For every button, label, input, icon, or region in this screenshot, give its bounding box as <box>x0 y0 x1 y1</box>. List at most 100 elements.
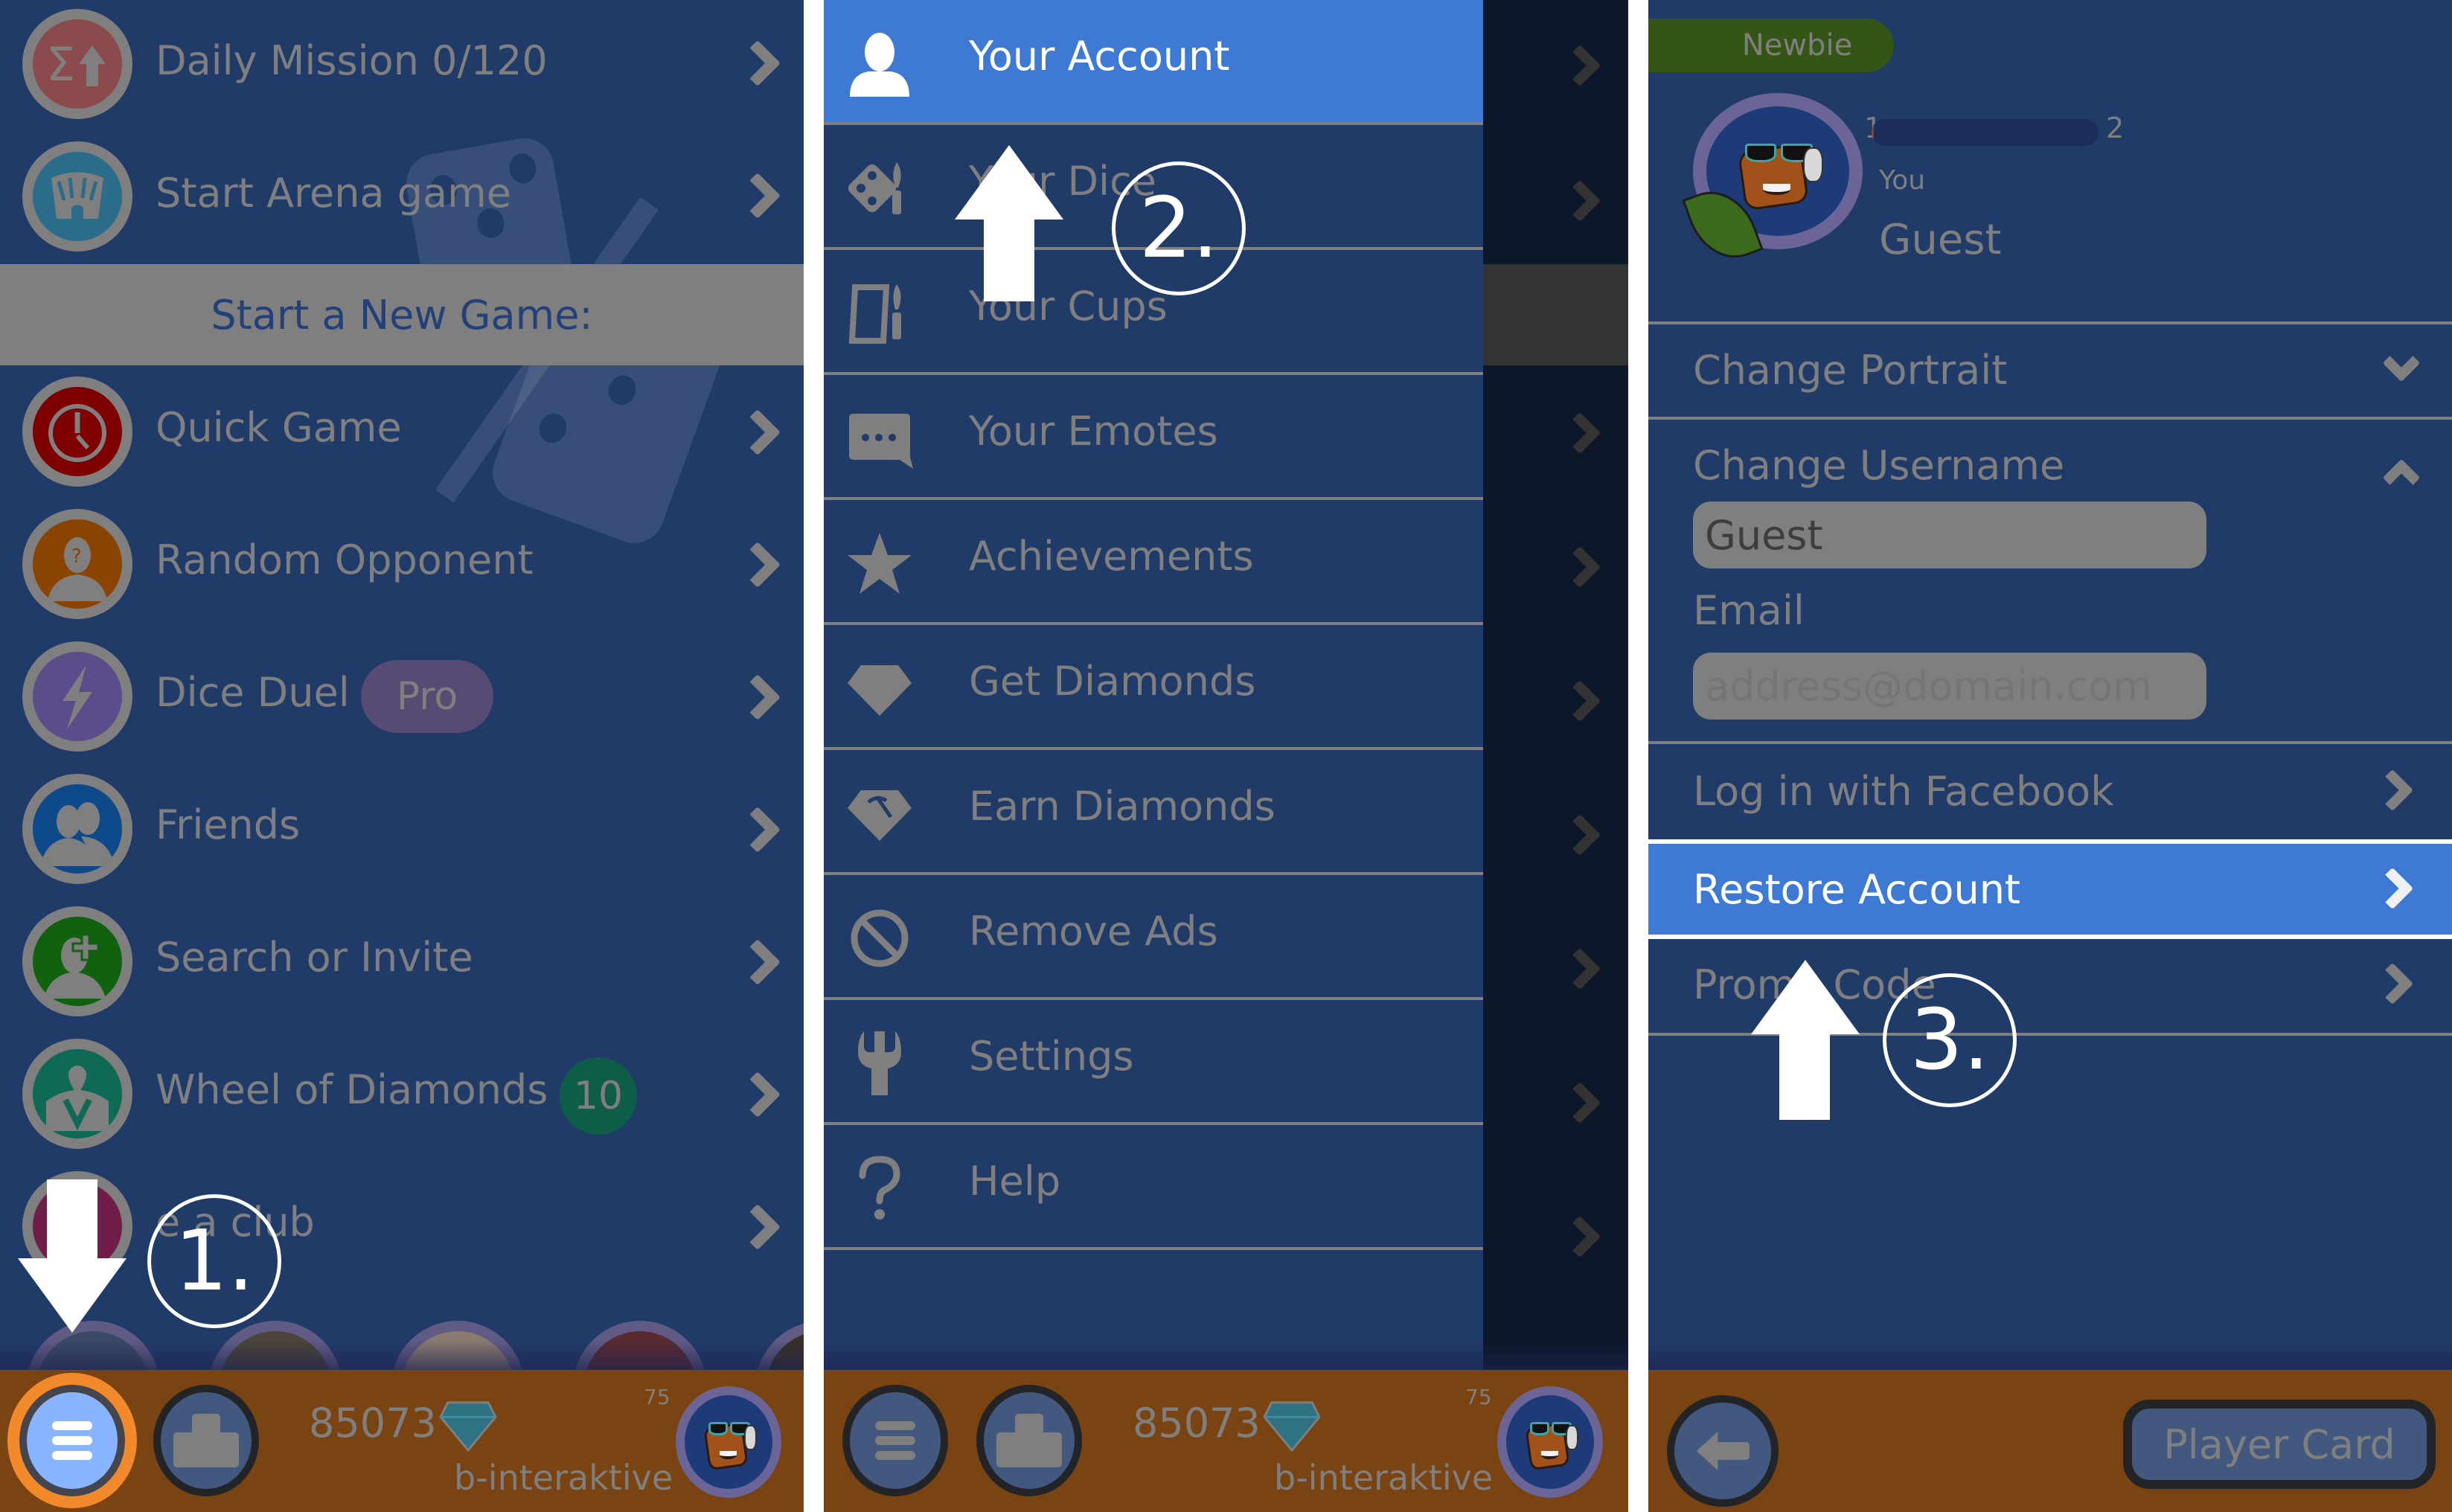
menu-button[interactable] <box>19 1385 125 1496</box>
main-menu-screen: Σ Daily Mission 0/120 Start Arena game S… <box>0 0 804 1512</box>
chevron-right-icon <box>1558 44 1601 87</box>
menu-row-search-invite[interactable]: Search or Invite <box>0 895 804 1028</box>
username-field[interactable] <box>1693 502 2206 568</box>
menu-item-settings[interactable]: Settings <box>824 1000 1483 1125</box>
menu-row-quick-game[interactable]: Quick Game <box>0 365 804 498</box>
chevron-right-icon <box>1558 679 1601 723</box>
menu-row-random-opponent[interactable]: ? Random Opponent <box>0 498 804 630</box>
chat-bubble-icon <box>846 405 913 472</box>
menu-item-remove-ads[interactable]: Remove Ads <box>824 875 1483 1000</box>
chevron-right-icon <box>734 938 781 986</box>
annotation-arrow-head <box>18 1258 127 1333</box>
menu-label: Your Account <box>969 33 1230 80</box>
you-label: You <box>1879 165 1926 196</box>
bottom-bar: 85073 75 b-interaktive <box>824 1340 1628 1512</box>
row-label: Friends <box>156 801 301 848</box>
wheel-icon <box>22 1039 132 1149</box>
chevron-right-icon <box>734 806 781 853</box>
row-label: Wheel of Diamonds <box>156 1066 548 1113</box>
menu-item-your-account[interactable]: Your Account <box>824 0 1483 125</box>
chevron-up-icon[interactable] <box>2382 458 2421 497</box>
diamond-icon <box>1263 1401 1321 1452</box>
diamond-count: 85073 <box>1133 1400 1261 1447</box>
player-level: 75 <box>644 1385 670 1409</box>
facebook-login-row[interactable]: Log in with Facebook <box>1648 741 2452 839</box>
row-label: Quick Game <box>156 404 402 451</box>
step-2-marker: 2. <box>1112 161 1246 295</box>
menu-label: Achievements <box>969 533 1254 580</box>
menu-row-arena[interactable]: Start Arena game <box>0 132 804 265</box>
section-header: Start a New Game: <box>0 264 804 365</box>
profile-name: Guest <box>1879 216 2002 264</box>
chevron-right-icon <box>2371 769 2414 812</box>
mascot-portrait <box>1732 132 1824 215</box>
menu-item-earn-diamonds[interactable]: Earn Diamonds <box>824 750 1483 875</box>
row-label: Dice Duel <box>156 669 350 716</box>
email-field[interactable] <box>1693 653 2206 720</box>
lightning-icon <box>22 641 132 752</box>
menu-label: Help <box>969 1158 1061 1205</box>
leaderboard-button[interactable] <box>153 1385 259 1496</box>
chevron-right-icon <box>1558 1081 1601 1124</box>
menu-row-wheel-of-diamonds[interactable]: Wheel of Diamonds 10 <box>0 1028 804 1160</box>
menu-row-friends[interactable]: Friends <box>0 763 804 895</box>
chevron-right-icon <box>1558 411 1601 455</box>
player-avatar[interactable] <box>676 1386 781 1498</box>
diamond-icon <box>846 655 913 722</box>
leaderboard-button[interactable] <box>976 1385 1082 1496</box>
account-screen: Newbie 1 2 You Guest Change Portrait Cha… <box>1648 0 2452 1512</box>
menu-label: Earn Diamonds <box>969 783 1275 830</box>
player-avatar[interactable] <box>1497 1386 1603 1498</box>
change-username-section: Change Username Email <box>1648 417 2452 744</box>
menu-item-your-emotes[interactable]: Your Emotes <box>824 375 1483 500</box>
chevron-right-icon <box>734 1071 781 1118</box>
annotation-arrow-up <box>984 216 1034 301</box>
sigma-up-icon: Σ <box>22 9 132 119</box>
diamond-count: 85073 <box>309 1400 437 1447</box>
player-name: b-interaktive <box>454 1458 673 1498</box>
no-entry-icon <box>846 905 913 972</box>
diamond-pickaxe-icon <box>846 780 913 847</box>
player-name: b-interaktive <box>1274 1458 1494 1498</box>
menu-row-daily-mission[interactable]: Σ Daily Mission 0/120 <box>0 0 804 132</box>
wrench-icon <box>846 1030 913 1097</box>
chevron-right-icon <box>2371 867 2414 910</box>
chevron-right-icon <box>1558 179 1601 222</box>
podium-icon <box>173 1413 239 1468</box>
row-label: Start Arena game <box>156 170 511 217</box>
chevron-right-icon <box>734 409 781 456</box>
annotation-arrow-head <box>1751 960 1860 1034</box>
question-icon <box>846 1155 913 1222</box>
player-card-button[interactable]: Player Card <box>2123 1400 2436 1489</box>
annotation-arrow-head <box>955 145 1063 220</box>
mascot-portrait <box>700 1414 757 1474</box>
arrow-left-icon <box>1696 1432 1750 1470</box>
stopwatch-icon <box>22 377 132 487</box>
menu-label: Get Diamonds <box>969 658 1256 705</box>
arena-icon <box>22 141 132 252</box>
section-label[interactable]: Change Username <box>1693 442 2064 489</box>
menu-item-help[interactable]: Help <box>824 1125 1483 1250</box>
row-label: Random Opponent <box>156 536 534 583</box>
dimmed-background <box>1483 264 1628 365</box>
menu-item-achievements[interactable]: Achievements <box>824 500 1483 625</box>
podium-icon <box>996 1413 1062 1468</box>
menu-row-dice-duel[interactable]: Dice Duel Pro <box>0 630 804 763</box>
menu-button[interactable] <box>842 1385 948 1496</box>
count-badge: 10 <box>560 1057 637 1135</box>
back-button[interactable] <box>1667 1395 1779 1507</box>
annotation-arrow-down <box>47 1179 97 1265</box>
star-icon <box>846 530 913 597</box>
chevron-right-icon <box>1558 947 1601 990</box>
level-to: 2 <box>2106 112 2125 144</box>
menu-label: Settings <box>969 1033 1134 1080</box>
mystery-person-icon: ? <box>22 509 132 619</box>
menu-item-get-diamonds[interactable]: Get Diamonds <box>824 625 1483 750</box>
row-label: Restore Account <box>1693 866 2021 913</box>
svg-text:?: ? <box>71 545 82 568</box>
restore-account-row[interactable]: Restore Account <box>1648 839 2452 939</box>
menu-label: Your Emotes <box>969 408 1218 455</box>
chevron-right-icon <box>734 1203 781 1251</box>
change-portrait-row[interactable]: Change Portrait <box>1648 321 2452 417</box>
chevron-right-icon <box>734 541 781 589</box>
